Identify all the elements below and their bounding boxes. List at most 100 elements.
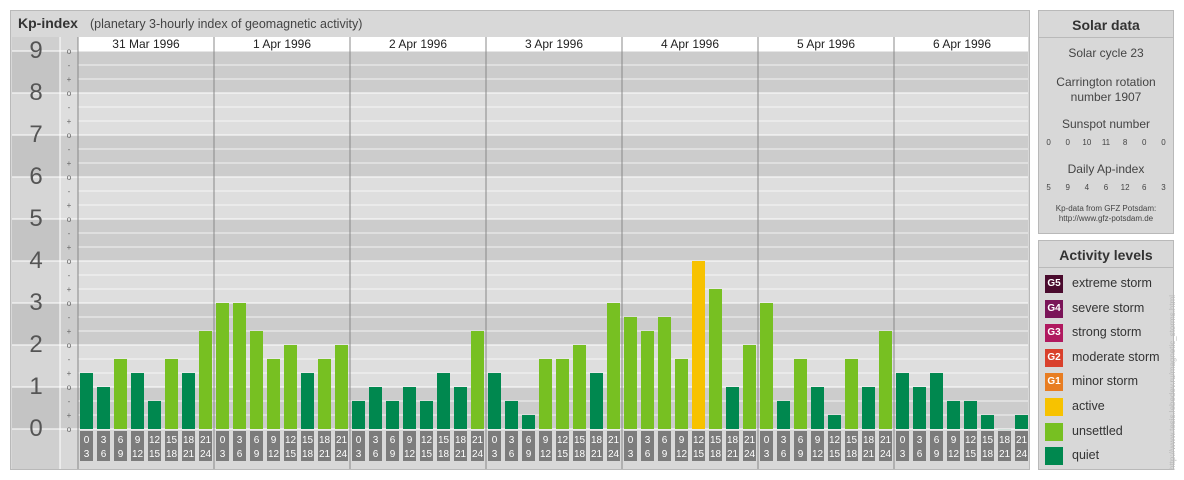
minor-tick-mark: + bbox=[67, 411, 72, 420]
minor-tick-mark: - bbox=[68, 145, 71, 154]
minor-tick-mark: + bbox=[67, 327, 72, 336]
kp-bar bbox=[182, 373, 195, 429]
activity-levels-panel: Activity levels G5 extreme storm G4 severe … bbox=[1038, 240, 1174, 470]
interval-end-label: 6 bbox=[645, 449, 651, 460]
plot-band bbox=[60, 51, 1028, 93]
plot-band bbox=[60, 219, 1028, 261]
interval-end-label: 15 bbox=[965, 449, 977, 460]
legend-label: moderate storm bbox=[1072, 349, 1160, 364]
interval-end-label: 3 bbox=[628, 449, 634, 460]
interval-start-label: 3 bbox=[917, 435, 923, 446]
interval-end-label: 24 bbox=[472, 449, 484, 460]
watermark: http://www.tesis.lebedev.ru/magnetic_sto… bbox=[1168, 294, 1177, 470]
legend-swatch: G1 bbox=[1045, 373, 1063, 392]
carrington-line-2: number 1907 bbox=[1070, 90, 1142, 104]
kp-bar bbox=[930, 373, 943, 429]
y-tick-label: 2 bbox=[29, 331, 42, 358]
legend-label: extreme storm bbox=[1072, 276, 1152, 290]
interval-start-label: 9 bbox=[271, 435, 277, 446]
ap-value: 4 bbox=[1084, 183, 1090, 192]
kp-bar bbox=[760, 303, 773, 429]
kp-bar bbox=[624, 316, 637, 429]
source-link[interactable]: http://www.gfz-potsdam.de bbox=[1039, 214, 1173, 224]
interval-end-label: 3 bbox=[220, 449, 226, 460]
kp-bar bbox=[250, 331, 263, 429]
ap-index-label: Daily Ap-index bbox=[1067, 162, 1145, 176]
legend-swatch bbox=[1045, 447, 1063, 466]
kp-bar bbox=[97, 387, 110, 429]
day-label: 6 Apr 1996 bbox=[933, 37, 991, 51]
kp-bar bbox=[284, 345, 297, 429]
interval-start-label: 3 bbox=[373, 435, 379, 446]
kp-bar bbox=[301, 373, 314, 429]
kp-bar bbox=[403, 387, 416, 429]
legend-label: unsettled bbox=[1072, 423, 1123, 438]
kp-bar bbox=[641, 331, 654, 429]
interval-start-label: 12 bbox=[965, 435, 977, 446]
interval-end-label: 24 bbox=[880, 449, 892, 460]
interval-start-label: 21 bbox=[880, 435, 892, 446]
day-label: 31 Mar 1996 bbox=[112, 37, 180, 51]
interval-end-label: 3 bbox=[764, 449, 770, 460]
interval-end-label: 18 bbox=[710, 449, 722, 460]
divider bbox=[1039, 37, 1173, 38]
interval-start-label: 3 bbox=[781, 435, 787, 446]
ap-value: 12 bbox=[1120, 183, 1130, 192]
kp-bar bbox=[131, 373, 144, 429]
kp-bar bbox=[726, 387, 739, 429]
interval-start-label: 12 bbox=[829, 435, 841, 446]
ap-value: 6 bbox=[1142, 183, 1147, 192]
plot-band bbox=[60, 93, 1028, 135]
solar-cycle: Solar cycle 23 bbox=[1068, 46, 1144, 60]
kp-bar bbox=[352, 400, 365, 429]
kp-bar bbox=[318, 358, 331, 429]
kp-bar bbox=[879, 331, 892, 429]
kp-bar bbox=[777, 400, 790, 429]
sunspot-value: 0 bbox=[1142, 138, 1147, 147]
interval-start-label: 21 bbox=[472, 435, 484, 446]
plot-band bbox=[60, 135, 1028, 177]
day-label: 4 Apr 1996 bbox=[661, 37, 719, 51]
y-tick-label: 6 bbox=[29, 163, 42, 190]
interval-start-label: 6 bbox=[526, 435, 532, 446]
interval-end-label: 12 bbox=[676, 449, 688, 460]
legend-label: active bbox=[1072, 399, 1105, 413]
kp-bar bbox=[573, 345, 586, 429]
sunspot-value: 10 bbox=[1082, 138, 1092, 147]
interval-end-label: 24 bbox=[608, 449, 620, 460]
minor-tick-mark: + bbox=[67, 285, 72, 294]
kp-bar bbox=[828, 415, 841, 429]
y-tick-label: 3 bbox=[29, 289, 42, 316]
legend-swatch: G4 bbox=[1045, 299, 1063, 318]
minor-tick-mark: - bbox=[68, 271, 71, 280]
kp-bar bbox=[80, 373, 93, 429]
interval-start-label: 6 bbox=[662, 435, 668, 446]
source-line-1: Kp-data from GFZ Potsdam: bbox=[1055, 204, 1157, 213]
interval-end-label: 12 bbox=[540, 449, 552, 460]
interval-end-label: 18 bbox=[982, 449, 994, 460]
kp-bar bbox=[471, 331, 484, 429]
day-label: 5 Apr 1996 bbox=[797, 37, 855, 51]
kp-bar-chart: 0123456789o+-o+-o+-o+-o+-o+-o+-o+-o+-o31… bbox=[12, 37, 1028, 469]
legend-label: minor storm bbox=[1072, 374, 1138, 389]
interval-start-label: 15 bbox=[574, 435, 586, 446]
minor-tick-mark: - bbox=[68, 355, 71, 364]
kp-bar bbox=[675, 358, 688, 429]
interval-start-label: 0 bbox=[356, 435, 362, 446]
minor-tick-mark: o bbox=[67, 215, 72, 224]
kp-bar bbox=[947, 400, 960, 429]
interval-start-label: 6 bbox=[390, 435, 396, 446]
interval-end-label: 24 bbox=[1016, 449, 1028, 460]
minor-tick-mark: + bbox=[67, 159, 72, 168]
minor-tick-mark: - bbox=[68, 313, 71, 322]
y-tick-label: 0 bbox=[29, 415, 42, 442]
sunspot-values: 0 0 10 11 8 0 0 bbox=[1039, 138, 1173, 147]
interval-end-label: 18 bbox=[438, 449, 450, 460]
legend-swatch: G3 bbox=[1045, 324, 1063, 343]
interval-end-label: 18 bbox=[166, 449, 178, 460]
kp-bar bbox=[862, 387, 875, 429]
sunspot-value: 11 bbox=[1101, 138, 1111, 147]
interval-start-label: 3 bbox=[645, 435, 651, 446]
interval-start-label: 21 bbox=[1016, 435, 1028, 446]
interval-start-label: 18 bbox=[183, 435, 195, 446]
